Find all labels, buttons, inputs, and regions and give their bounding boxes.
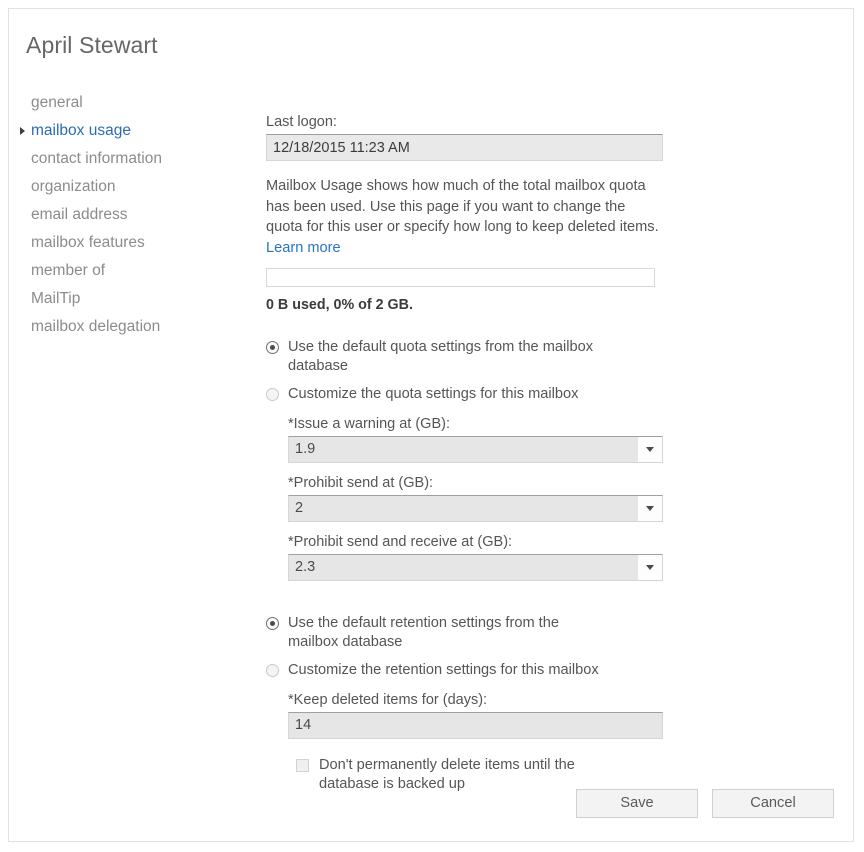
main-content: Last logon: 12/18/2015 11:23 AM Mailbox …	[266, 114, 666, 794]
checkbox-mark	[296, 759, 309, 772]
sidebar-item-member-of[interactable]: member of	[15, 257, 250, 285]
prohibit-send-receive-label: *Prohibit send and receive at (GB):	[288, 534, 666, 550]
issue-warning-select[interactable]: 1.9	[288, 436, 663, 463]
quota-settings-group: Use the default quota settings from the …	[266, 338, 666, 581]
radio-custom-retention-label: Customize the retention settings for thi…	[288, 661, 599, 680]
last-logon-label: Last logon:	[266, 114, 666, 130]
sidebar-item-contact-information[interactable]: contact information	[15, 145, 250, 173]
selected-arrow-icon	[20, 127, 25, 135]
radio-default-quota[interactable]: Use the default quota settings from the …	[266, 338, 666, 376]
radio-custom-quota[interactable]: Customize the quota settings for this ma…	[266, 385, 666, 404]
sidebar-item-label: email address	[31, 206, 128, 223]
prohibit-send-receive-dropdown-button[interactable]	[638, 555, 662, 580]
sidebar-item-mailbox-features[interactable]: mailbox features	[15, 229, 250, 257]
issue-warning-value: 1.9	[289, 437, 662, 462]
save-button[interactable]: Save	[576, 789, 698, 818]
radio-default-quota-mark	[266, 341, 279, 354]
mailbox-usage-description: Mailbox Usage shows how much of the tota…	[266, 176, 660, 258]
prohibit-send-dropdown-button[interactable]	[638, 496, 662, 521]
sidebar-nav: general mailbox usage contact informatio…	[15, 89, 250, 341]
radio-default-quota-label: Use the default quota settings from the …	[288, 338, 618, 376]
radio-custom-retention[interactable]: Customize the retention settings for thi…	[266, 661, 666, 680]
issue-warning-dropdown-button[interactable]	[638, 437, 662, 462]
prohibit-send-receive-select[interactable]: 2.3	[288, 554, 663, 581]
radio-default-retention-label: Use the default retention settings from …	[288, 614, 588, 652]
retention-settings-group: Use the default retention settings from …	[266, 614, 666, 794]
prohibit-send-select[interactable]: 2	[288, 495, 663, 522]
sidebar-item-mailbox-delegation[interactable]: mailbox delegation	[15, 313, 250, 341]
field-keep-deleted-items: *Keep deleted items for (days): 14	[288, 692, 666, 739]
cancel-button[interactable]: Cancel	[712, 789, 834, 818]
page-title: April Stewart	[26, 32, 158, 59]
field-prohibit-send: *Prohibit send at (GB): 2	[288, 475, 666, 522]
sidebar-item-label: general	[31, 94, 83, 111]
field-issue-warning: *Issue a warning at (GB): 1.9	[288, 416, 666, 463]
sidebar-item-mailtip[interactable]: MailTip	[15, 285, 250, 313]
radio-custom-retention-mark	[266, 664, 279, 677]
sidebar-item-label: contact information	[31, 150, 162, 167]
chevron-down-icon	[646, 447, 654, 452]
radio-custom-quota-mark	[266, 388, 279, 401]
keep-deleted-items-label: *Keep deleted items for (days):	[288, 692, 666, 708]
sidebar-item-mailbox-usage[interactable]: mailbox usage	[15, 117, 250, 145]
sidebar-item-label: mailbox usage	[31, 122, 131, 139]
sidebar-item-label: member of	[31, 262, 105, 279]
prohibit-send-value: 2	[289, 496, 662, 521]
sidebar-item-label: mailbox features	[31, 234, 145, 251]
sidebar-item-organization[interactable]: organization	[15, 173, 250, 201]
sidebar-item-general[interactable]: general	[15, 89, 250, 117]
dialog-frame: April Stewart general mailbox usage cont…	[8, 8, 854, 842]
sidebar-item-email-address[interactable]: email address	[15, 201, 250, 229]
quota-usage-summary: 0 B used, 0% of 2 GB.	[266, 297, 666, 313]
sidebar-item-label: organization	[31, 178, 115, 195]
radio-default-retention-mark	[266, 617, 279, 630]
dialog-footer: Save Cancel	[9, 789, 853, 819]
learn-more-link[interactable]: Learn more	[266, 240, 341, 256]
description-text: Mailbox Usage shows how much of the tota…	[266, 178, 659, 235]
sidebar-item-label: mailbox delegation	[31, 318, 160, 335]
chevron-down-icon	[646, 565, 654, 570]
quota-usage-progressbar	[266, 268, 655, 287]
prohibit-send-label: *Prohibit send at (GB):	[288, 475, 666, 491]
field-prohibit-send-receive: *Prohibit send and receive at (GB): 2.3	[288, 534, 666, 581]
keep-deleted-items-input[interactable]: 14	[288, 712, 663, 739]
issue-warning-label: *Issue a warning at (GB):	[288, 416, 666, 432]
radio-custom-quota-label: Customize the quota settings for this ma…	[288, 385, 578, 404]
radio-default-retention[interactable]: Use the default retention settings from …	[266, 614, 666, 652]
sidebar-item-label: MailTip	[31, 290, 80, 307]
prohibit-send-receive-value: 2.3	[289, 555, 662, 580]
chevron-down-icon	[646, 506, 654, 511]
last-logon-value: 12/18/2015 11:23 AM	[266, 134, 663, 161]
